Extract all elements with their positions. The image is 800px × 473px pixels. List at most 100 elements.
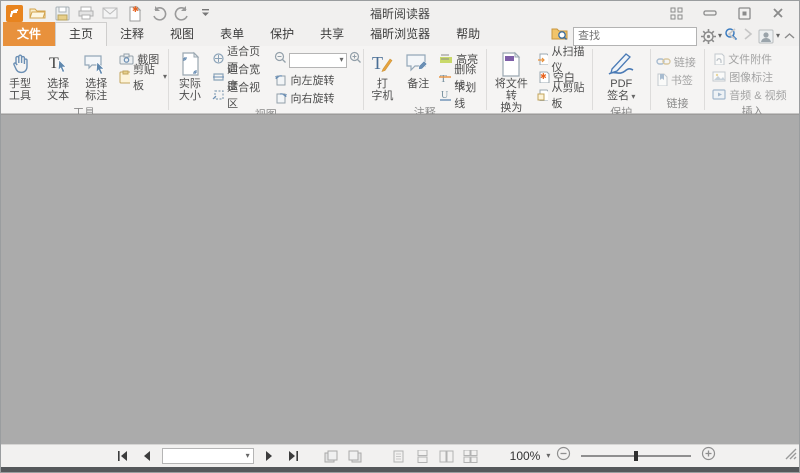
tab-view[interactable]: 视图 — [157, 22, 207, 46]
zoom-slider-thumb[interactable] — [634, 451, 638, 461]
customize-toolbar-caret-icon[interactable] — [195, 3, 217, 23]
search-in-files-icon[interactable] — [551, 26, 569, 46]
typewriter-icon: T — [370, 50, 394, 78]
underline-button[interactable]: U 下划线 — [439, 87, 485, 102]
document-area[interactable] — [1, 114, 799, 444]
previous-view-button[interactable] — [322, 448, 340, 464]
rotate-right-button[interactable]: 向右旋转 — [274, 90, 362, 105]
user-caret-icon: ▾ — [776, 32, 780, 40]
continuous-facing-view-icon[interactable] — [462, 448, 480, 464]
tab-comment[interactable]: 注释 — [107, 22, 157, 46]
tab-share[interactable]: 共享 — [307, 22, 357, 46]
pdf-sign-icon — [606, 50, 636, 78]
group-protect: PDF 签名 ▾ 保护 — [594, 46, 649, 113]
from-clipboard-button[interactable]: 从剪贴板 — [537, 87, 591, 102]
window-bottom-edge — [1, 467, 799, 472]
zoom-slider-track[interactable] — [581, 455, 691, 457]
close-button[interactable] — [763, 3, 793, 23]
group-separator — [363, 49, 364, 110]
page-number-combobox[interactable]: ▾ — [162, 448, 254, 464]
group-separator — [650, 49, 651, 110]
typewriter-button[interactable]: T 打 字机 — [365, 49, 401, 103]
new-document-icon[interactable]: ✱ — [123, 3, 145, 23]
foxit-logo-icon[interactable] — [3, 3, 25, 23]
group-comment: T 打 字机 备注 高亮 T 删 — [365, 46, 485, 113]
ribbon-tab-row: 文件 主页 注释 视图 表单 保护 共享 福昕浏览器 帮助 ▾ — [1, 25, 799, 46]
resize-grip[interactable] — [784, 447, 797, 465]
actual-size-button[interactable]: 实际 大小 — [170, 49, 210, 103]
next-view-button[interactable] — [346, 448, 364, 464]
single-page-view-icon[interactable] — [390, 448, 408, 464]
pdf-sign-button[interactable]: PDF 签名 ▾ — [596, 49, 646, 103]
group-view: 实际 大小 适合页面 适合宽度 适合视区 — [170, 46, 362, 113]
fit-visible-button[interactable]: 适合视区 — [212, 87, 269, 102]
facing-view-icon[interactable] — [438, 448, 456, 464]
group-insert: 文件附件 图像标注 音频 & 视频 插入 — [706, 46, 799, 113]
zoom-out-circle-icon[interactable] — [556, 446, 571, 466]
continuous-view-icon[interactable] — [414, 448, 432, 464]
tab-home[interactable]: 主页 — [55, 22, 107, 46]
hand-tool-button[interactable]: 手型 工具 — [1, 49, 39, 103]
group-separator — [486, 49, 487, 110]
app-window: ✱ 福昕阅读器 — [0, 0, 800, 473]
save-icon[interactable] — [51, 3, 73, 23]
maximize-button[interactable] — [729, 3, 759, 23]
tab-help[interactable]: 帮助 — [443, 22, 493, 46]
group-separator — [592, 49, 593, 110]
group-separator — [704, 49, 705, 110]
select-annotation-button[interactable]: 选择 标注 — [77, 49, 115, 103]
clipboard-caret-icon: ▾ — [163, 73, 167, 81]
tab-protect[interactable]: 保护 — [257, 22, 307, 46]
from-scanner-button[interactable]: 从扫描仪 — [537, 51, 591, 66]
undo-icon[interactable] — [147, 3, 169, 23]
next-page-button[interactable] — [260, 448, 278, 464]
svg-text:T: T — [372, 53, 383, 73]
find-area: ▾ ▾ — [551, 26, 795, 46]
group-label-links: 链接 — [652, 94, 703, 113]
zoom-in-circle-icon[interactable] — [701, 446, 716, 466]
page-navigation: ▾ — [84, 446, 717, 466]
select-annotation-icon — [83, 50, 109, 78]
zoom-percent-caret-icon[interactable]: ▾ — [546, 452, 550, 460]
history-forward-icon[interactable] — [742, 27, 754, 45]
gear-caret-icon: ▾ — [718, 32, 722, 40]
zoom-in-icon[interactable] — [349, 51, 362, 69]
user-account-icon[interactable]: ▾ — [758, 29, 780, 44]
quick-access-toolbar: ✱ — [1, 3, 217, 23]
svg-text:✱: ✱ — [132, 5, 139, 14]
hand-icon — [8, 50, 32, 78]
previous-page-button[interactable] — [138, 448, 156, 464]
open-file-icon[interactable] — [27, 3, 49, 23]
zoom-level-combobox[interactable]: ▾ — [289, 53, 347, 68]
zoom-out-icon[interactable] — [274, 51, 287, 69]
tab-file[interactable]: 文件 — [3, 22, 55, 46]
page-combobox-caret-icon: ▾ — [246, 452, 250, 460]
collapse-ribbon-icon[interactable] — [784, 27, 795, 45]
link-button[interactable]: 链接 — [656, 54, 696, 69]
workspace-grid-icon[interactable] — [661, 3, 691, 23]
history-back-icon[interactable] — [726, 27, 738, 45]
email-icon[interactable] — [99, 3, 121, 23]
find-box — [573, 27, 697, 46]
audio-video-button[interactable]: 音频 & 视频 — [712, 87, 786, 102]
window-controls — [661, 3, 799, 23]
file-attachment-button[interactable]: 文件附件 — [712, 51, 786, 66]
view-settings-gear-icon[interactable]: ▾ — [701, 29, 722, 44]
select-text-button[interactable]: T 选择 文本 — [39, 49, 77, 103]
tab-form[interactable]: 表单 — [207, 22, 257, 46]
image-annotation-button[interactable]: 图像标注 — [712, 69, 786, 84]
convert-to-pdf-icon — [500, 50, 522, 78]
bookmark-button[interactable]: 书签 — [656, 72, 696, 87]
note-button[interactable]: 备注 — [400, 49, 436, 91]
print-icon[interactable] — [75, 3, 97, 23]
redo-icon[interactable] — [171, 3, 193, 23]
rotate-left-button[interactable]: 向左旋转 — [274, 72, 362, 87]
last-page-button[interactable] — [284, 448, 302, 464]
svg-text:T: T — [49, 55, 59, 72]
minimize-button[interactable] — [695, 3, 725, 23]
clipboard-button[interactable]: 剪贴板 ▾ — [119, 69, 167, 84]
tab-foxit-browser[interactable]: 福昕浏览器 — [357, 22, 443, 46]
zoom-row: ▾ — [274, 51, 362, 69]
first-page-button[interactable] — [114, 448, 132, 464]
group-separator — [168, 49, 169, 110]
